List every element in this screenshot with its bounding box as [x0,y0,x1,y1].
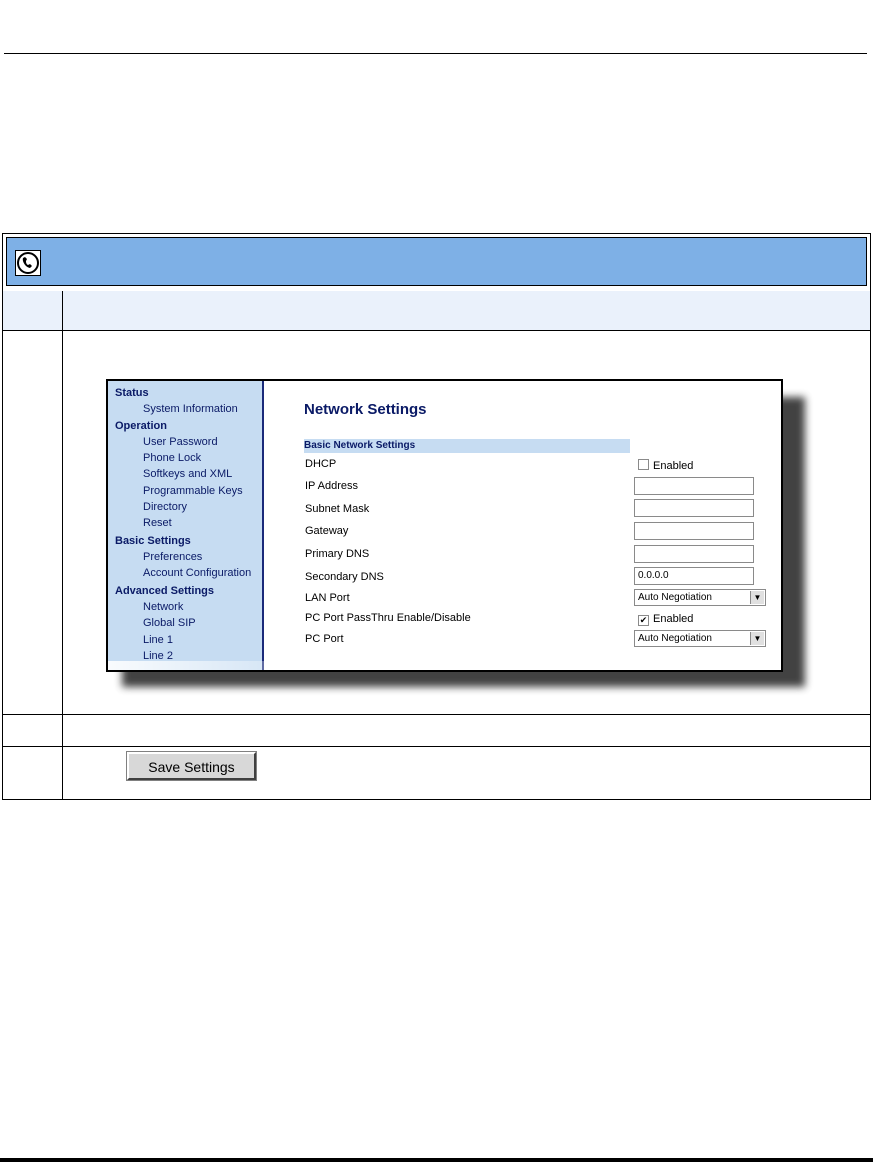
dhcp-checkbox[interactable]: Enabled [638,459,693,472]
table-header-band [6,237,867,286]
nav-section-status: Status [115,387,149,399]
ip-address-label: IP Address [305,480,358,492]
page-title: Network Settings [304,401,427,418]
sidebar-nav: Status System Information Operation User… [108,381,264,670]
nav-item-global-sip[interactable]: Global SIP [143,617,196,629]
section-heading: Basic Network Settings [304,439,630,453]
nav-item-directory[interactable]: Directory [143,501,187,513]
dhcp-label: DHCP [305,458,337,470]
chevron-down-icon[interactable]: ▼ [750,632,764,645]
lan-port-select[interactable]: Auto Negotiation ▼ [634,589,766,606]
dhcp-checkbox-label: Enabled [653,460,694,472]
nav-fade [108,661,264,670]
table-column-header [3,291,870,331]
row-divider [3,714,870,715]
pc-passthru-checkbox-label: Enabled [653,613,694,625]
gateway-label: Gateway [305,525,349,537]
nav-item-user-password[interactable]: User Password [143,436,218,448]
step-column-divider [62,291,63,800]
nav-section-basic-settings: Basic Settings [115,535,191,547]
pc-port-select[interactable]: Auto Negotiation ▼ [634,630,766,647]
nav-section-operation: Operation [115,420,167,432]
lan-port-value: Auto Negotiation [638,592,712,603]
primary-dns-input[interactable] [634,545,754,563]
primary-dns-label: Primary DNS [305,548,370,560]
footer-rule [0,1158,873,1162]
chevron-down-icon[interactable]: ▼ [750,591,764,604]
pc-passthru-label: PC Port PassThru Enable/Disable [305,612,471,624]
nav-item-reset[interactable]: Reset [143,517,172,529]
checkbox-box[interactable]: ✔ [638,615,649,626]
nav-item-account-configuration[interactable]: Account Configuration [143,567,251,579]
nav-section-advanced-settings: Advanced Settings [115,585,215,597]
nav-item-phone-lock[interactable]: Phone Lock [143,452,201,464]
nav-item-line-1[interactable]: Line 1 [143,634,173,646]
header-rule [4,53,867,54]
phone-icon [15,250,41,276]
save-settings-button[interactable]: Save Settings [127,752,256,780]
nav-item-softkeys-xml[interactable]: Softkeys and XML [143,468,232,480]
pc-passthru-checkbox[interactable]: ✔ Enabled [638,613,693,626]
nav-item-preferences[interactable]: Preferences [143,551,202,563]
secondary-dns-input[interactable]: 0.0.0.0 [634,567,754,585]
nav-item-programmable-keys[interactable]: Programmable Keys [143,485,243,497]
pc-port-label: PC Port [305,633,344,645]
web-ui-screenshot: Status System Information Operation User… [106,379,783,672]
subnet-mask-label: Subnet Mask [305,503,370,515]
row-divider [3,746,870,747]
gateway-input[interactable] [634,522,754,540]
subnet-mask-input[interactable] [634,499,754,517]
secondary-dns-label: Secondary DNS [305,571,384,583]
lan-port-label: LAN Port [305,592,350,604]
pc-port-value: Auto Negotiation [638,633,712,644]
nav-item-network[interactable]: Network [143,601,183,613]
nav-item-system-information[interactable]: System Information [143,403,238,415]
ip-address-input[interactable] [634,477,754,495]
checkbox-box[interactable] [638,459,649,470]
